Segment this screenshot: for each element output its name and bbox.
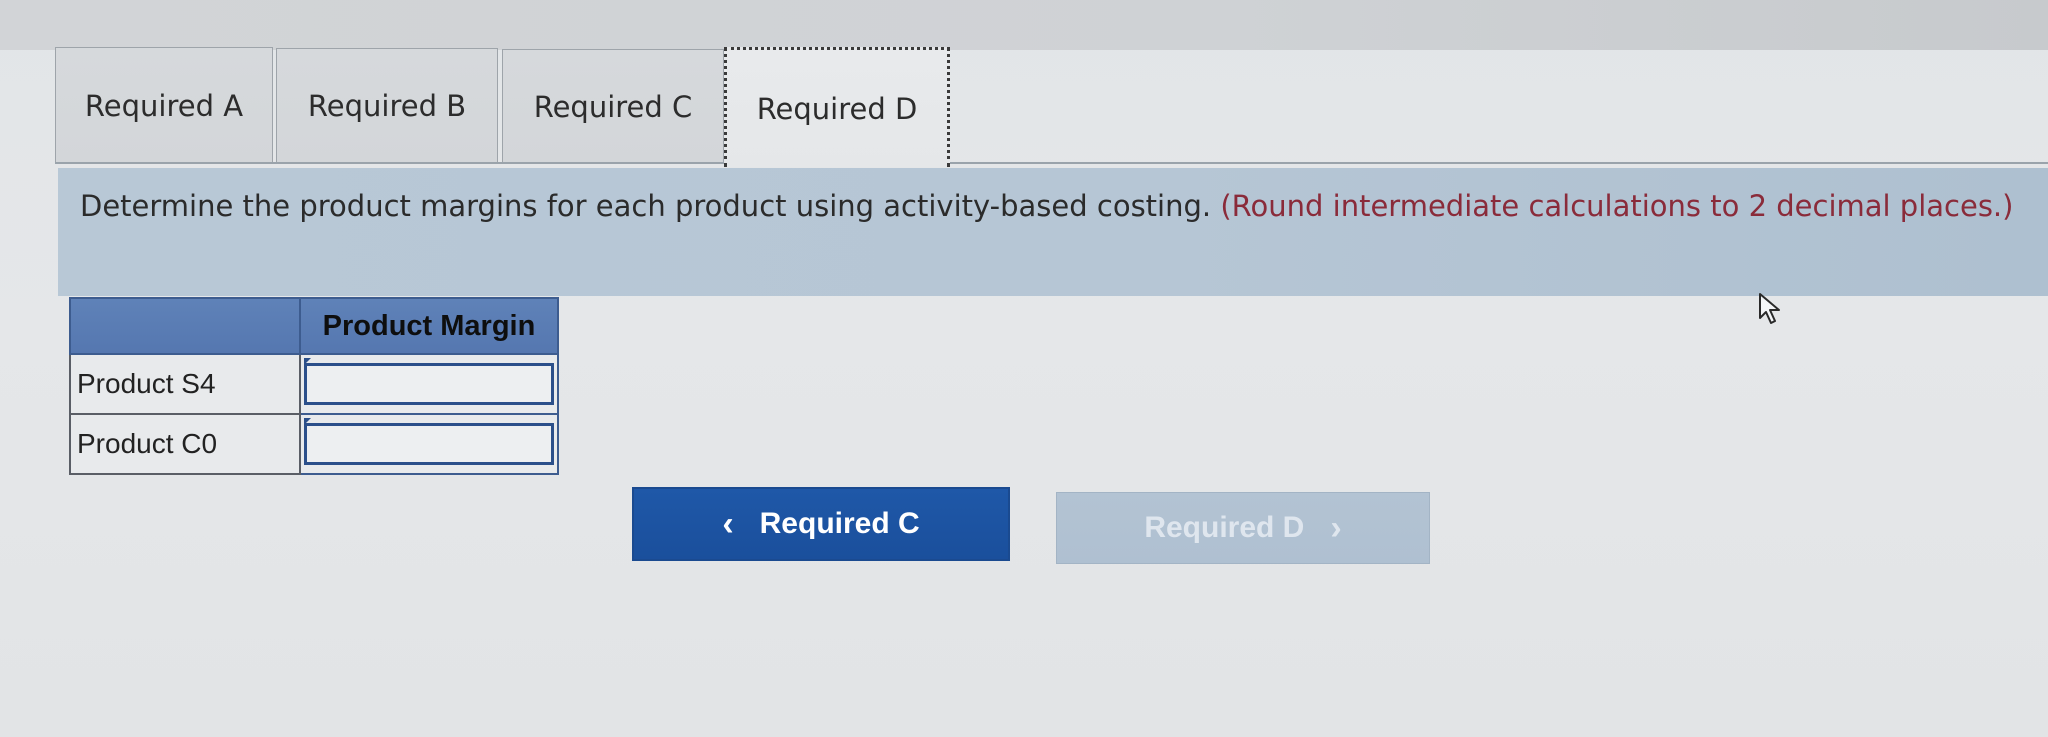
cell-marker-icon bbox=[304, 358, 311, 365]
next-button-label: Required D bbox=[1144, 511, 1305, 544]
product-margin-header: Product Margin bbox=[299, 297, 559, 355]
product-c0-margin-input[interactable] bbox=[304, 423, 554, 465]
product-margin-cell bbox=[299, 413, 559, 475]
mouse-pointer-icon bbox=[1759, 293, 1780, 324]
window-top-band bbox=[0, 0, 2048, 50]
instruction-text: Determine the product margins for each p… bbox=[80, 189, 1221, 223]
prev-required-c-button[interactable]: ‹ Required C bbox=[632, 487, 1010, 561]
product-margin-cell bbox=[299, 353, 559, 415]
product-margin-table: Product Margin Product S4 Product C0 bbox=[69, 297, 559, 475]
tab-label: Required C bbox=[533, 89, 693, 124]
tab-baseline bbox=[55, 162, 2048, 164]
tab-required-b[interactable]: Required B bbox=[276, 48, 498, 163]
row-label-product-s4: Product S4 bbox=[69, 353, 301, 415]
product-s4-margin-input[interactable] bbox=[304, 363, 554, 405]
table-row: Product S4 bbox=[69, 353, 559, 415]
next-required-d-button[interactable]: Required D › bbox=[1056, 492, 1430, 564]
tab-label: Required A bbox=[84, 88, 244, 123]
table-header-row: Product Margin bbox=[69, 297, 559, 355]
tab-required-d[interactable]: Required D bbox=[724, 47, 950, 167]
tab-required-a[interactable]: Required A bbox=[55, 47, 273, 163]
instruction-note: (Round intermediate calculations to 2 de… bbox=[1220, 189, 2014, 223]
table-row: Product C0 bbox=[69, 413, 559, 475]
tab-label: Required D bbox=[756, 91, 918, 126]
prev-button-label: Required C bbox=[759, 507, 920, 540]
cell-marker-icon bbox=[304, 418, 311, 425]
tab-required-c[interactable]: Required C bbox=[502, 49, 724, 163]
instruction-panel: Determine the product margins for each p… bbox=[58, 168, 2048, 296]
tab-label: Required B bbox=[307, 89, 467, 123]
row-label-product-c0: Product C0 bbox=[69, 413, 301, 475]
chevron-right-icon: › bbox=[1330, 509, 1342, 547]
chevron-left-icon: ‹ bbox=[722, 505, 734, 543]
table-header-blank bbox=[69, 297, 301, 355]
